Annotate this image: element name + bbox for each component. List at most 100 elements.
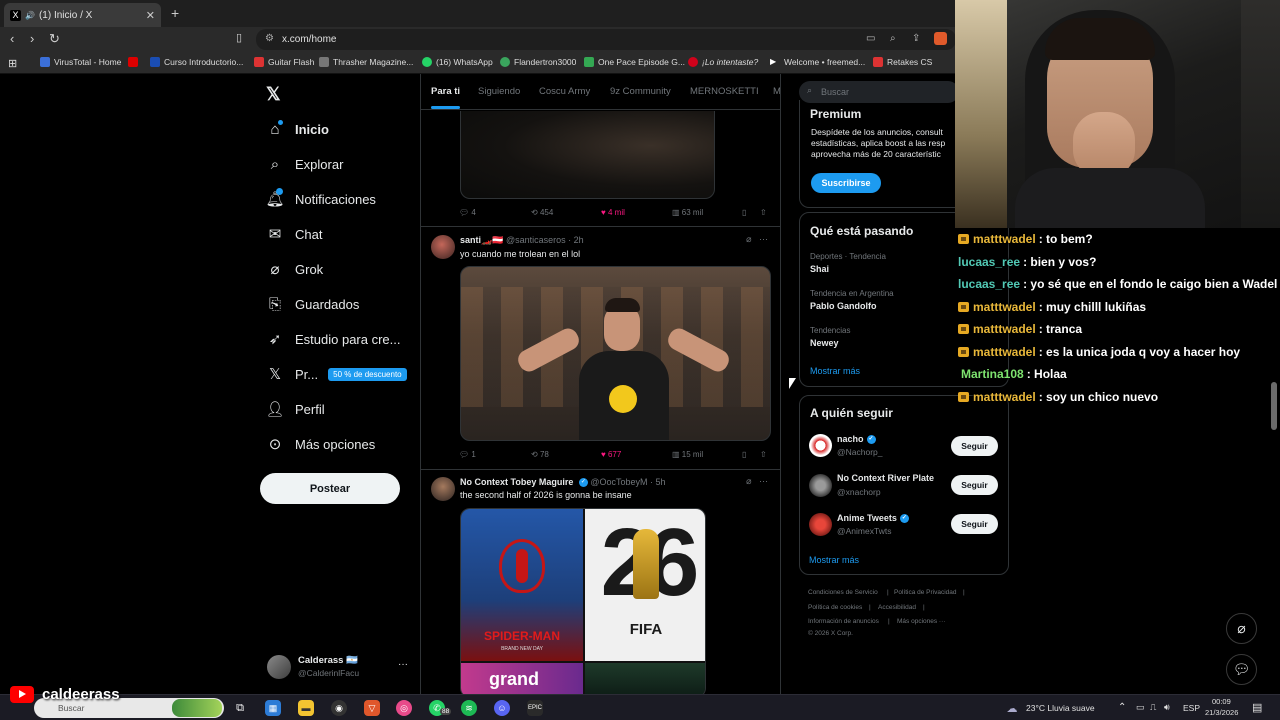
footer-privacy-link[interactable]: Política de Privacidad [894, 589, 957, 596]
author-name[interactable]: santi🏎️🇦🇹 [460, 235, 503, 245]
back-icon[interactable]: ‹ [10, 31, 14, 46]
bookmark-item[interactable]: Retakes CS [873, 57, 932, 67]
tray-icon[interactable]: ▭ [1136, 702, 1145, 713]
cast-icon[interactable]: ▭ [866, 33, 875, 44]
nav-mas-opciones[interactable]: ⊙ Más opciones [266, 435, 376, 453]
bookmark-item[interactable]: Guitar Flash [254, 57, 314, 67]
weather-text[interactable]: 23°C Lluvia suave [1026, 703, 1095, 713]
bookmark-page-icon[interactable]: ▯ [236, 31, 242, 44]
zoom-icon[interactable]: ⌕ [890, 33, 896, 44]
file-explorer-icon[interactable]: ▬ [298, 700, 314, 716]
discord-icon[interactable]: ☺ [494, 700, 510, 716]
bookmark-item[interactable]: ▶ Welcome • freemed... [770, 57, 865, 67]
clock-date[interactable]: 21/3/2026 [1205, 708, 1238, 717]
bookmark-item[interactable]: One Pace Episode G... [584, 57, 685, 67]
trend-item[interactable]: Deportes · Tendencia Shai [810, 252, 886, 274]
more-icon[interactable]: ··· [398, 659, 408, 670]
views-button[interactable]: ▥ 15 mil [672, 450, 703, 459]
app-icon[interactable]: ◉ [331, 700, 347, 716]
close-tab-icon[interactable]: ✕ [146, 9, 155, 22]
avatar[interactable] [431, 235, 455, 259]
more-icon[interactable]: ··· [759, 234, 768, 244]
bookmark-item[interactable]: VirusTotal - Home [40, 57, 121, 67]
epic-games-icon[interactable]: EPIC [527, 700, 543, 716]
trend-item[interactable]: Tendencias Newey [810, 326, 850, 348]
tab-9z-community[interactable]: 9z Community [610, 86, 671, 97]
new-tab-button[interactable]: + [171, 5, 179, 21]
brave-shield-icon[interactable] [934, 32, 947, 45]
spotify-icon[interactable]: ≋ [461, 700, 477, 716]
nav-explorar[interactable]: ⌕ Explorar [266, 155, 344, 173]
author-handle[interactable]: @santicaseros · 2h [506, 235, 584, 245]
nav-perfil[interactable]: 👤︎ Perfil [265, 400, 324, 418]
bookmark-item[interactable] [128, 57, 142, 67]
more-icon[interactable]: ··· [759, 476, 768, 486]
app-icon[interactable]: ◎ [396, 700, 412, 716]
post-media-image[interactable] [460, 111, 715, 199]
subscribe-button[interactable]: Suscribirse [811, 173, 881, 193]
notification-center-icon[interactable]: ▤ [1252, 701, 1262, 714]
browser-tab[interactable]: X 🔊 (1) Inicio / X ✕ [4, 3, 161, 27]
footer-ads-link[interactable]: Información de anuncios [808, 618, 879, 625]
nav-grok[interactable]: ⌀ Grok [266, 260, 323, 278]
address-bar[interactable]: ⚙ x.com/home ▭ ⌕ ⇪ [256, 29, 956, 50]
nav-premium[interactable]: 𝕏 Pr... 50 % de descuento [266, 365, 407, 383]
page-scrollbar[interactable] [1271, 382, 1277, 430]
volume-icon[interactable]: 🔊︎ [1164, 702, 1170, 713]
account-switcher[interactable]: Calderass 🇦🇷 @CalderinlFacu ··· [267, 655, 412, 681]
reload-icon[interactable]: ↻ [49, 31, 60, 47]
tray-chevron-icon[interactable]: ⌃ [1118, 702, 1126, 713]
avatar[interactable] [809, 434, 832, 457]
clock-time[interactable]: 00:09 [1212, 697, 1231, 706]
tab-coscu-army[interactable]: Coscu Army [539, 86, 590, 97]
like-button[interactable]: ♥ 4 mil [601, 208, 625, 217]
follow-suggestion-name[interactable]: nacho ✓ [837, 434, 876, 445]
avatar[interactable] [809, 474, 832, 497]
task-view-icon[interactable]: ⧉ [232, 700, 248, 716]
trends-show-more-link[interactable]: Mostrar más [810, 366, 860, 376]
post-button[interactable]: Postear [260, 473, 400, 504]
reply-button[interactable]: 💬︎ 4 [459, 208, 476, 217]
post-media-grid[interactable]: SPIDER-MAN BRAND NEW DAY 26 FIFA grand [460, 508, 706, 694]
follow-button[interactable]: Seguir [951, 475, 998, 495]
x-logo-icon[interactable]: 𝕏 [266, 84, 281, 105]
grok-post-icon[interactable]: ⌀ [746, 476, 751, 486]
footer-accessibility-link[interactable]: Accesibilidad [878, 604, 916, 611]
bookmark-post-icon[interactable]: ▯ [742, 450, 746, 459]
nav-inicio[interactable]: ⌂ Inicio [266, 120, 329, 138]
bookmark-post-icon[interactable]: ▯ [742, 208, 746, 217]
share-post-icon[interactable]: ⇧ [760, 208, 767, 217]
footer-more-link[interactable]: Más opciones ··· [897, 618, 945, 625]
bookmark-item[interactable]: (16) WhatsApp [422, 57, 493, 67]
bookmark-item[interactable]: Curso Introductorio... [150, 57, 243, 67]
footer-cookies-link[interactable]: Política de cookies [808, 604, 862, 611]
bookmark-item[interactable]: ¡Lo intentaste? [688, 57, 758, 67]
share-icon[interactable]: ⇪ [912, 33, 920, 44]
grok-post-icon[interactable]: ⌀ [746, 234, 751, 244]
grok-floating-button[interactable]: ⌀ [1226, 613, 1257, 644]
tab-more[interactable]: M [773, 86, 780, 97]
tab-siguiendo[interactable]: Siguiendo [478, 86, 520, 97]
nav-notificaciones[interactable]: 🔔︎ Notificaciones [265, 188, 376, 208]
reply-button[interactable]: 💬︎ 1 [459, 450, 476, 459]
like-button[interactable]: ♥ 677 [601, 450, 621, 459]
avatar[interactable] [431, 477, 455, 501]
forward-icon[interactable]: › [30, 31, 34, 46]
follow-show-more-link[interactable]: Mostrar más [809, 555, 859, 565]
follow-button[interactable]: Seguir [951, 514, 998, 534]
follow-suggestion-name[interactable]: No Context River Plate [837, 473, 934, 483]
site-info-icon[interactable]: ⚙ [265, 33, 274, 44]
chat-floating-button[interactable]: 💬︎ [1226, 654, 1257, 685]
follow-button[interactable]: Seguir [951, 436, 998, 456]
share-post-icon[interactable]: ⇧ [760, 450, 767, 459]
brave-browser-icon[interactable]: ▽ [364, 700, 380, 716]
bookmark-item[interactable]: Thrasher Magazine... [319, 57, 413, 67]
nav-guardados[interactable]: ⎘ Guardados [266, 295, 359, 313]
language-indicator[interactable]: ESP [1183, 703, 1200, 713]
trend-item[interactable]: Tendencia en Argentina Pablo Gandolfo [810, 289, 894, 311]
author-name[interactable]: No Context Tobey Maguire [460, 477, 573, 487]
footer-terms-link[interactable]: Condiciones de Servicio [808, 589, 878, 596]
author-handle[interactable]: @OocTobeyM · 5h [590, 477, 665, 487]
tab-mernosketti[interactable]: MERNOSKETTI [690, 86, 759, 97]
bookmark-item[interactable]: Flandertron3000 [500, 57, 576, 67]
